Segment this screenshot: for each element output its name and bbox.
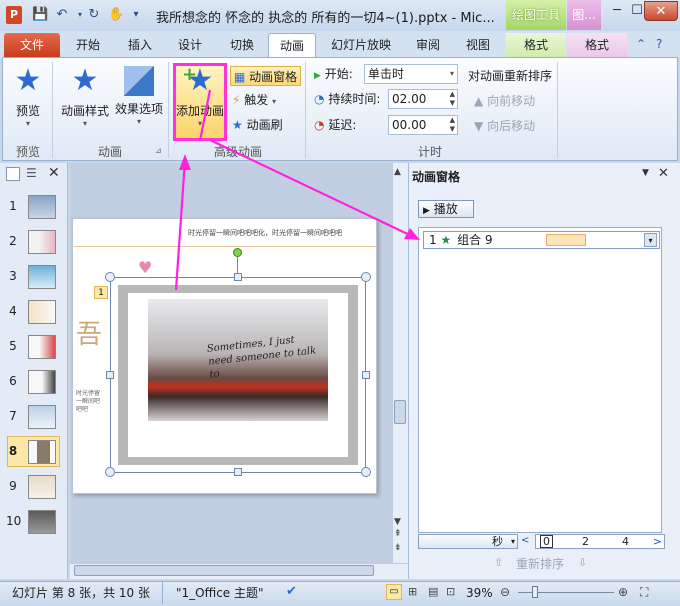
- slideshow-view-icon[interactable]: ⊡: [446, 585, 455, 598]
- zoom-in-icon[interactable]: ⊕: [618, 585, 628, 599]
- zoom-out-icon[interactable]: ⊖: [500, 585, 510, 599]
- spell-check-icon[interactable]: ✔: [286, 584, 297, 599]
- theme-name: "1_Office 主题": [176, 586, 264, 600]
- slide-counter: 幻灯片 第 8 张，共 10 张: [12, 586, 150, 600]
- arrow-head: [179, 154, 191, 170]
- annotation-arrows: [174, 89, 420, 291]
- arrow-stem: [198, 89, 212, 142]
- normal-view-icon[interactable]: ▭: [386, 584, 402, 600]
- status-divider: [162, 582, 163, 604]
- arrow-to-pane: [209, 139, 417, 239]
- zoom-slider-thumb[interactable]: [532, 586, 538, 598]
- slide-sorter-icon[interactable]: ⊞: [408, 585, 417, 598]
- zoom-level[interactable]: 39%: [466, 582, 493, 604]
- fit-to-window-icon[interactable]: ⛶: [640, 585, 648, 600]
- reading-view-icon[interactable]: ▤: [428, 585, 438, 598]
- arrow-to-object: [174, 159, 187, 291]
